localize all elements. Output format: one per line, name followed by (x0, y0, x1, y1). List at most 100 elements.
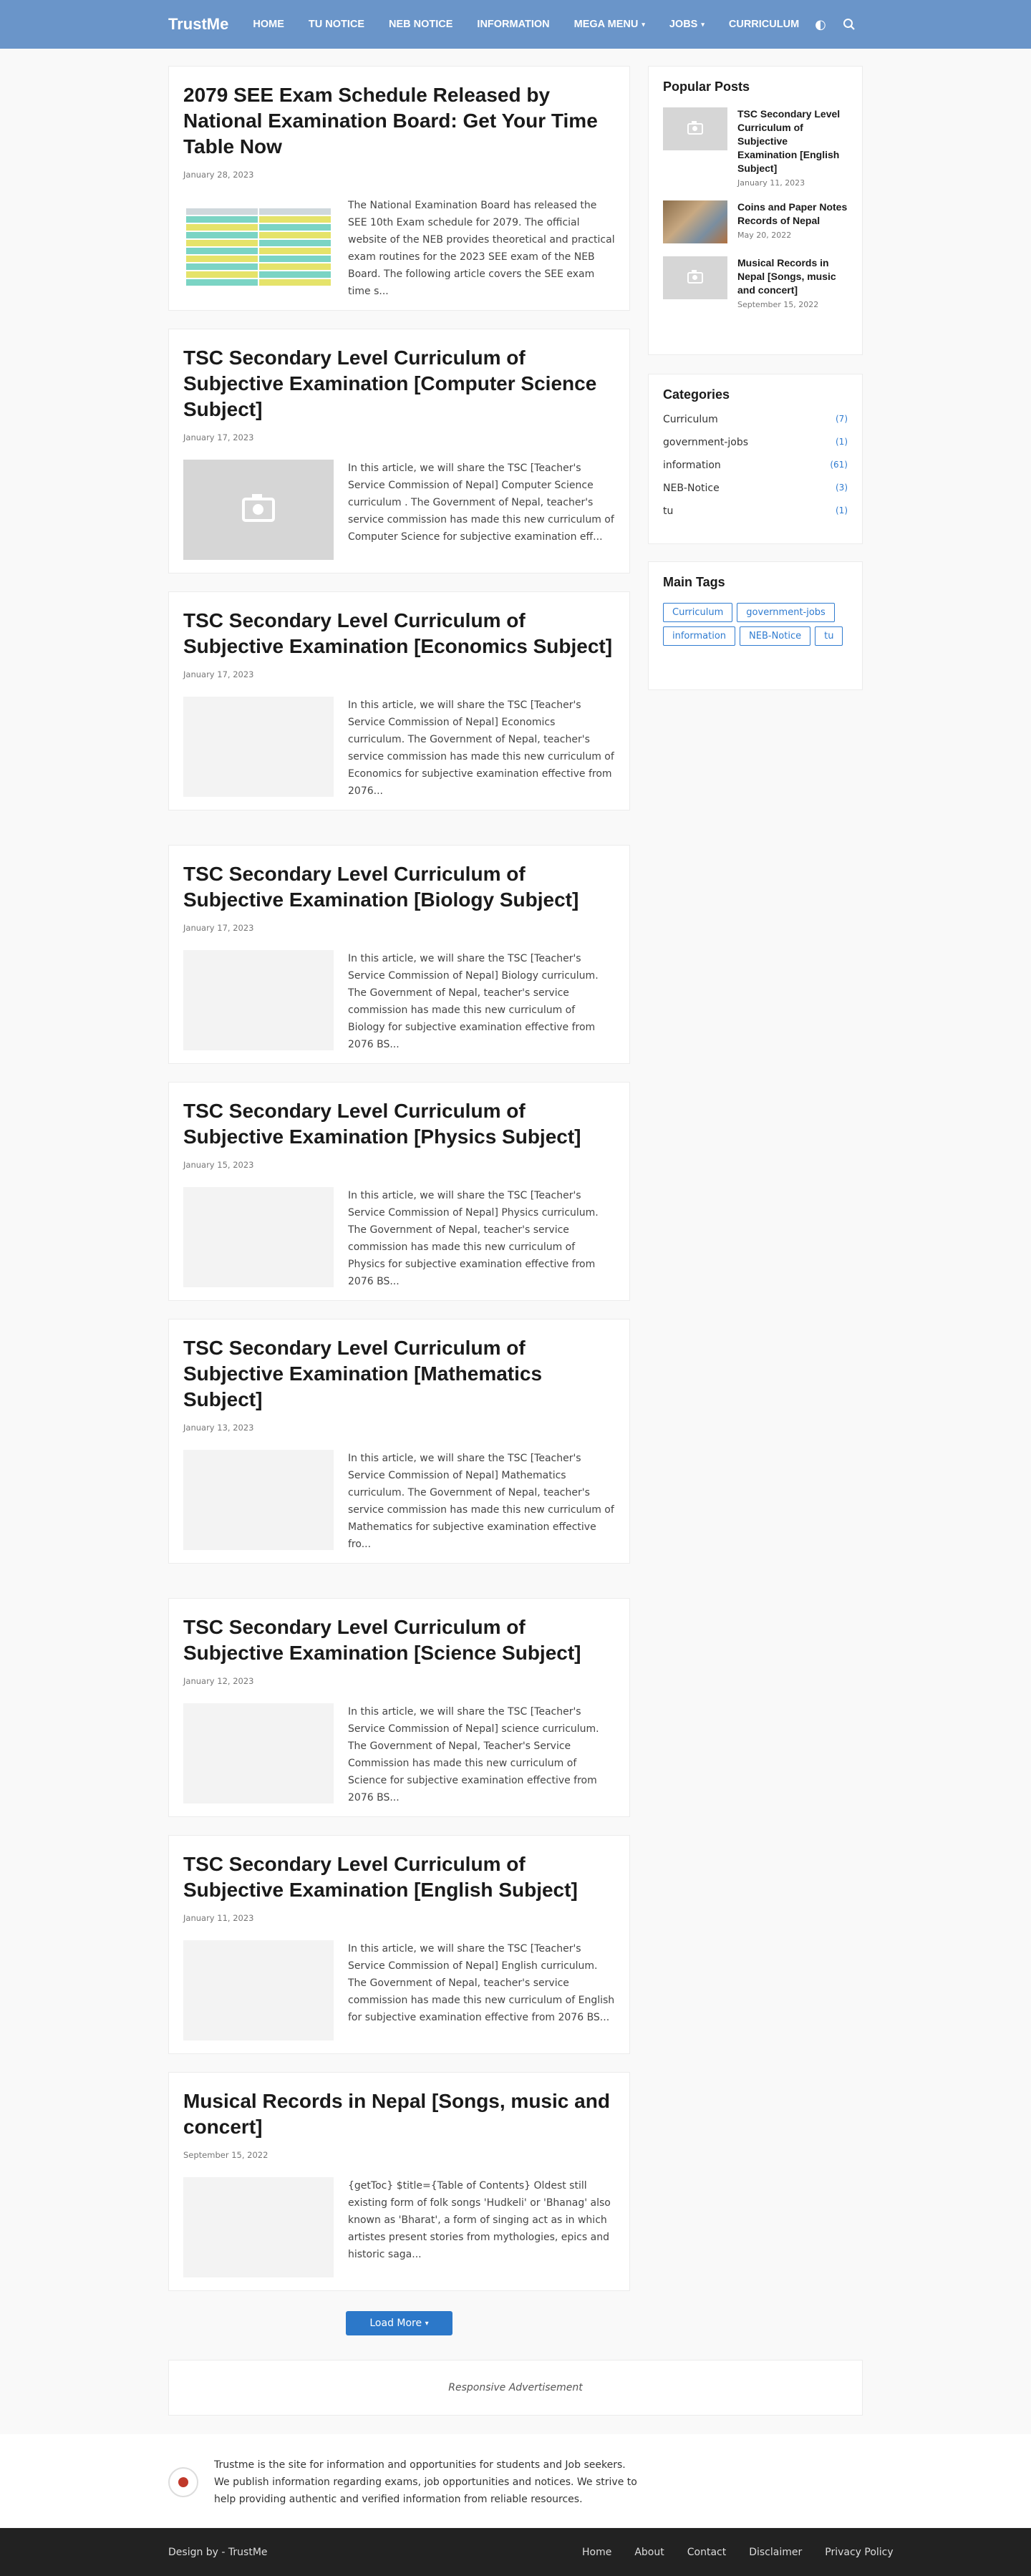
post-title[interactable]: 2079 SEE Exam Schedule Released by Natio… (183, 82, 615, 160)
post-date: January 17, 2023 (183, 669, 254, 679)
tags-title: Main Tags (663, 575, 725, 589)
popular-post-thumbnail[interactable] (663, 200, 727, 243)
nav-tu-notice[interactable]: TU NOTICE (309, 19, 364, 30)
category-item[interactable]: government-jobs (1) (663, 437, 848, 448)
popular-posts-widget: Popular Posts TSC Secondary Level Curric… (648, 66, 863, 355)
post-card: TSC Secondary Level Curriculum of Subjec… (168, 329, 630, 573)
post-snippet: {getToc} $title={Table of Contents} Olde… (348, 2180, 611, 2260)
category-count: (1) (836, 505, 848, 515)
post-thumbnail[interactable] (183, 2177, 334, 2277)
popular-post-date: May 20, 2022 (737, 231, 792, 240)
post-date: January 12, 2023 (183, 1676, 254, 1686)
post-date: January 11, 2023 (183, 1913, 254, 1923)
post-card: TSC Secondary Level Curriculum of Subjec… (168, 1835, 630, 2054)
post-card: 2079 SEE Exam Schedule Released by Natio… (168, 66, 630, 311)
category-count: (61) (830, 460, 848, 470)
post-card: TSC Secondary Level Curriculum of Subjec… (168, 1319, 630, 1564)
category-name[interactable]: government-jobs (663, 437, 748, 448)
category-name[interactable]: NEB-Notice (663, 483, 720, 494)
footer-about: Trustme is the site for information and … (214, 2459, 637, 2505)
camera-icon (687, 121, 703, 135)
design-credit: Design by - TrustMe (168, 2546, 268, 2558)
tags-widget: Main Tags Curriculum government-jobs inf… (648, 561, 863, 690)
post-thumbnail[interactable] (183, 197, 334, 297)
post-title[interactable]: TSC Secondary Level Curriculum of Subjec… (183, 1098, 615, 1150)
post-date: January 13, 2023 (183, 1423, 254, 1433)
advertisement-slot: Responsive Advertisement (168, 2360, 863, 2416)
tag-curriculum[interactable]: Curriculum (663, 603, 733, 622)
popular-post-date: January 11, 2023 (737, 178, 805, 188)
nav-mega-menu[interactable]: MEGA MENU ▾ (574, 19, 645, 30)
categories-widget: Categories Curriculum (7) government-jobs… (648, 374, 863, 544)
post-title[interactable]: TSC Secondary Level Curriculum of Subjec… (183, 345, 615, 422)
post-thumbnail[interactable] (183, 1450, 334, 1550)
footer-link-home[interactable]: Home (582, 2547, 611, 2558)
footer-link-privacy[interactable]: Privacy Policy (825, 2547, 893, 2558)
footer-nav: Home About Contact Disclaimer Privacy Po… (582, 2547, 916, 2558)
footer-logo (168, 2467, 198, 2497)
footer-link-contact[interactable]: Contact (687, 2547, 726, 2558)
footer-link-disclaimer[interactable]: Disclaimer (749, 2547, 802, 2558)
post-thumbnail[interactable] (183, 1187, 334, 1287)
nav-mega-menu-label: MEGA MENU (573, 19, 639, 30)
post-title[interactable]: TSC Secondary Level Curriculum of Subjec… (183, 1335, 615, 1413)
nav-information[interactable]: INFORMATION (477, 19, 549, 30)
post-title[interactable]: TSC Secondary Level Curriculum of Subjec… (183, 861, 615, 913)
popular-post-item[interactable]: Musical Records in Nepal [Songs, music a… (663, 256, 848, 309)
post-snippet: In this article, we will share the TSC [… (348, 699, 614, 797)
popular-post-item[interactable]: Coins and Paper Notes Records of Nepal M… (663, 200, 848, 243)
nav-neb-notice[interactable]: NEB NOTICE (389, 19, 452, 30)
site-header: TrustMe HOME TU NOTICE NEB NOTICE INFORM… (0, 0, 1031, 49)
category-name[interactable]: Curriculum (663, 414, 718, 425)
popular-posts-title: Popular Posts (663, 79, 750, 94)
post-thumbnail[interactable] (183, 950, 334, 1050)
post-date: January 15, 2023 (183, 1160, 254, 1170)
post-title[interactable]: Musical Records in Nepal [Songs, music a… (183, 2088, 615, 2140)
footer-link-about[interactable]: About (634, 2547, 664, 2558)
category-count: (1) (836, 437, 848, 447)
popular-post-date: September 15, 2022 (737, 300, 819, 309)
category-name[interactable]: tu (663, 505, 673, 517)
post-snippet: In this article, we will share the TSC [… (348, 463, 614, 543)
post-title[interactable]: TSC Secondary Level Curriculum of Subjec… (183, 1614, 615, 1666)
load-more-label: Load More (369, 2318, 422, 2329)
chevron-down-icon: ▾ (701, 20, 705, 28)
post-snippet: In this article, we will share the TSC [… (348, 1706, 599, 1803)
post-thumbnail[interactable] (183, 460, 334, 560)
popular-post-title[interactable]: TSC Secondary Level Curriculum of Subjec… (737, 107, 848, 175)
popular-post-title[interactable]: Musical Records in Nepal [Songs, music a… (737, 256, 848, 297)
chevron-down-icon: ▾ (425, 2319, 429, 2328)
post-thumbnail[interactable] (183, 1703, 334, 1803)
nav-curriculum[interactable]: CURRICULUM (729, 19, 799, 30)
camera-icon (242, 494, 275, 522)
category-item[interactable]: NEB-Notice (3) (663, 483, 848, 494)
category-item[interactable]: Curriculum (7) (663, 414, 848, 425)
post-title[interactable]: TSC Secondary Level Curriculum of Subjec… (183, 608, 615, 659)
popular-post-thumbnail[interactable] (663, 107, 727, 150)
post-thumbnail[interactable] (183, 697, 334, 797)
post-snippet: In this article, we will share the TSC [… (348, 1453, 614, 1550)
tag-information[interactable]: information (663, 626, 736, 646)
site-logo[interactable]: TrustMe (168, 15, 228, 34)
tag-government-jobs[interactable]: government-jobs (737, 603, 835, 622)
popular-post-item[interactable]: TSC Secondary Level Curriculum of Subjec… (663, 107, 848, 188)
search-icon[interactable] (839, 14, 859, 34)
tag-tu[interactable]: tu (815, 626, 843, 646)
nav-home[interactable]: HOME (253, 19, 284, 30)
category-item[interactable]: tu (1) (663, 505, 848, 517)
category-item[interactable]: information (61) (663, 460, 848, 471)
post-card: TSC Secondary Level Curriculum of Subjec… (168, 1598, 630, 1817)
post-thumbnail[interactable] (183, 1940, 334, 2040)
load-more-button[interactable]: Load More ▾ (346, 2311, 452, 2335)
popular-post-title[interactable]: Coins and Paper Notes Records of Nepal (737, 200, 848, 228)
post-snippet: In this article, we will share the TSC [… (348, 1943, 615, 2023)
post-card: Musical Records in Nepal [Songs, music a… (168, 2072, 630, 2291)
nav-jobs[interactable]: JOBS ▾ (669, 19, 705, 30)
tag-neb-notice[interactable]: NEB-Notice (740, 626, 811, 646)
post-title[interactable]: TSC Secondary Level Curriculum of Subjec… (183, 1851, 615, 1903)
theme-toggle-icon[interactable]: ◐ (810, 14, 831, 34)
post-date: January 28, 2023 (183, 170, 254, 180)
category-name[interactable]: information (663, 460, 721, 471)
popular-post-thumbnail[interactable] (663, 256, 727, 299)
post-date: January 17, 2023 (183, 923, 254, 933)
